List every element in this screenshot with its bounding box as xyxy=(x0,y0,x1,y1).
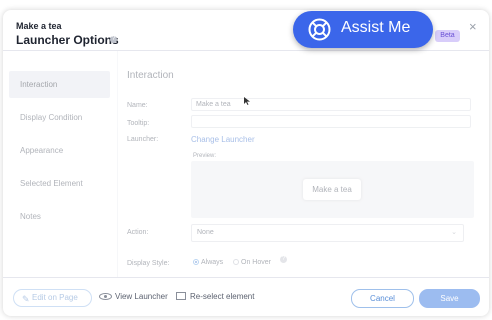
radio-always-label: Always xyxy=(201,259,224,266)
preview-label: Preview: xyxy=(193,153,217,159)
name-label: Name: xyxy=(127,102,148,109)
edit-on-page-label: Edit on Page xyxy=(32,293,78,302)
sidebar: Interaction Display Condition Appearance… xyxy=(3,51,118,277)
action-select[interactable]: None ⌄ xyxy=(191,224,464,242)
eye-icon xyxy=(99,293,112,300)
pencil-icon: ✎ xyxy=(22,294,30,304)
help-circle-icon[interactable]: ? xyxy=(280,256,287,263)
sidebar-item-interaction[interactable]: Interaction xyxy=(9,71,110,98)
dialog-title: Launcher Options xyxy=(16,33,119,47)
action-value: None xyxy=(197,229,214,236)
life-ring-icon xyxy=(308,18,331,41)
beta-badge: Beta xyxy=(435,30,460,42)
close-icon[interactable]: × xyxy=(469,19,477,34)
chevron-down-icon: ⌄ xyxy=(451,229,457,236)
action-label: Action: xyxy=(127,229,149,236)
edit-on-page-button[interactable]: ✎ Edit on Page xyxy=(13,289,92,307)
save-button[interactable]: Save xyxy=(419,289,480,308)
view-launcher-button[interactable]: View Launcher xyxy=(99,292,168,301)
launcher-preview: Make a tea xyxy=(191,161,474,218)
mouse-cursor-icon xyxy=(244,97,250,105)
preview-launcher: Make a tea xyxy=(303,179,361,200)
change-launcher-link[interactable]: Change Launcher xyxy=(191,135,255,144)
dialog-subtitle: Make a tea xyxy=(16,21,62,31)
view-launcher-label: View Launcher xyxy=(115,292,168,301)
section-title: Interaction xyxy=(127,70,174,81)
sidebar-item-notes[interactable]: Notes xyxy=(9,203,110,230)
cancel-button[interactable]: Cancel xyxy=(351,289,414,308)
radio-on-hover[interactable]: On Hover xyxy=(233,259,271,266)
select-element-icon xyxy=(176,292,186,300)
radio-selected-icon xyxy=(193,259,199,265)
radio-on-hover-label: On Hover xyxy=(241,259,271,266)
help-circle-icon[interactable]: ? xyxy=(110,36,117,43)
tooltip-input[interactable] xyxy=(191,115,471,128)
sidebar-item-appearance[interactable]: Appearance xyxy=(9,137,110,164)
name-input[interactable]: Make a tea xyxy=(191,98,471,111)
sidebar-item-display-condition[interactable]: Display Condition xyxy=(9,104,110,131)
display-style-label: Display Style: xyxy=(127,260,170,267)
radio-unselected-icon xyxy=(233,259,239,265)
dialog-footer: ✎ Edit on Page View Launcher Re-select e… xyxy=(3,277,489,316)
tooltip-label: Tooltip: xyxy=(127,120,150,127)
interaction-panel: Interaction Name: Make a tea Tooltip: La… xyxy=(119,51,489,277)
dialog-body: Interaction Display Condition Appearance… xyxy=(3,51,489,277)
assist-me-button[interactable]: Assist Me xyxy=(293,11,433,48)
reselect-label: Re-select element xyxy=(190,292,255,301)
sidebar-item-selected-element[interactable]: Selected Element xyxy=(9,170,110,197)
launcher-options-dialog: Make a tea Launcher Options ? Beta × Int… xyxy=(3,10,489,316)
reselect-element-button[interactable]: Re-select element xyxy=(176,292,254,301)
assist-me-label: Assist Me xyxy=(341,19,411,36)
radio-always[interactable]: Always xyxy=(193,259,223,266)
launcher-label: Launcher: xyxy=(127,136,159,143)
